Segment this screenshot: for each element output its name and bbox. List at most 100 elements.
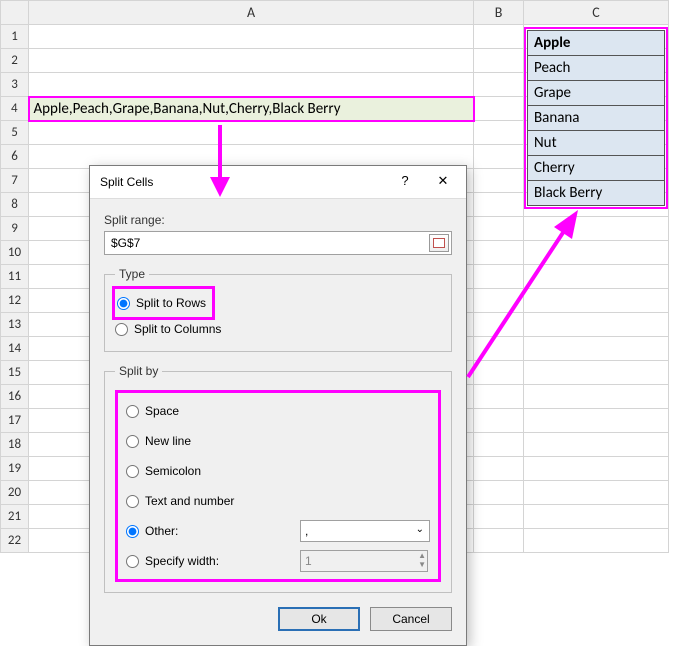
split-to-columns-label[interactable]: Split to Columns — [134, 322, 221, 336]
cell[interactable] — [29, 73, 474, 97]
row-header[interactable]: 16 — [1, 385, 29, 409]
cell[interactable] — [524, 457, 669, 481]
col-header-a[interactable]: A — [29, 1, 474, 25]
output-cell[interactable]: Banana — [527, 105, 665, 130]
cell[interactable] — [524, 409, 669, 433]
range-picker-icon[interactable] — [429, 234, 449, 252]
splitby-width-label[interactable]: Specify width: — [145, 554, 219, 568]
cell[interactable] — [474, 25, 524, 49]
row-header[interactable]: 21 — [1, 505, 29, 529]
row-header[interactable]: 20 — [1, 481, 29, 505]
row-header[interactable]: 3 — [1, 73, 29, 97]
ok-button[interactable]: Ok — [278, 607, 360, 631]
row-header[interactable]: 4 — [1, 97, 29, 121]
cell[interactable] — [524, 361, 669, 385]
row-header[interactable]: 1 — [1, 25, 29, 49]
output-cell[interactable]: Nut — [527, 130, 665, 155]
splitby-newline-label[interactable]: New line — [145, 434, 191, 448]
splitby-other-input[interactable] — [300, 520, 430, 542]
cell[interactable] — [474, 97, 524, 121]
cell[interactable] — [474, 361, 524, 385]
cell[interactable] — [474, 505, 524, 529]
cell[interactable] — [524, 241, 669, 265]
row-header[interactable]: 17 — [1, 409, 29, 433]
output-cell[interactable]: Grape — [527, 80, 665, 105]
cell[interactable] — [474, 145, 524, 169]
splitby-space-radio[interactable] — [126, 405, 139, 418]
splitby-legend: Split by — [115, 364, 162, 378]
cell[interactable] — [524, 217, 669, 241]
cell[interactable] — [474, 241, 524, 265]
cell[interactable] — [474, 193, 524, 217]
row-header[interactable]: 5 — [1, 121, 29, 145]
row-header[interactable]: 6 — [1, 145, 29, 169]
cell[interactable] — [474, 121, 524, 145]
row-header[interactable]: 9 — [1, 217, 29, 241]
row-header[interactable]: 2 — [1, 49, 29, 73]
cell[interactable] — [474, 265, 524, 289]
output-cell[interactable]: Cherry — [527, 155, 665, 180]
row-header[interactable]: 10 — [1, 241, 29, 265]
cell[interactable] — [524, 265, 669, 289]
row-header[interactable]: 12 — [1, 289, 29, 313]
splitby-textnum-label[interactable]: Text and number — [145, 494, 234, 508]
splitby-other-label[interactable]: Other: — [145, 524, 178, 538]
split-to-rows-label[interactable]: Split to Rows — [136, 296, 206, 310]
cell[interactable] — [474, 529, 524, 553]
help-button[interactable]: ? — [386, 172, 424, 192]
cell[interactable] — [524, 337, 669, 361]
output-cell[interactable]: Black Berry — [527, 180, 665, 206]
col-header-c[interactable]: C — [524, 1, 669, 25]
cell[interactable] — [474, 385, 524, 409]
cell[interactable] — [524, 313, 669, 337]
splitby-semicolon-label[interactable]: Semicolon — [145, 464, 201, 478]
row-header[interactable]: 8 — [1, 193, 29, 217]
cell[interactable] — [474, 289, 524, 313]
col-header-b[interactable]: B — [474, 1, 524, 25]
cell[interactable] — [524, 481, 669, 505]
row-header[interactable]: 7 — [1, 169, 29, 193]
splitby-textnum-radio[interactable] — [126, 495, 139, 508]
cell[interactable] — [524, 505, 669, 529]
cell[interactable] — [29, 49, 474, 73]
cell[interactable] — [29, 121, 474, 145]
split-to-rows-radio[interactable] — [117, 297, 130, 310]
row-header[interactable]: 18 — [1, 433, 29, 457]
output-cell[interactable]: Apple — [527, 30, 665, 55]
cell[interactable] — [474, 49, 524, 73]
split-to-columns-radio[interactable] — [115, 323, 128, 336]
row-header[interactable]: 13 — [1, 313, 29, 337]
cell[interactable] — [524, 385, 669, 409]
type-fieldset: Type Split to Rows Split to Columns — [104, 267, 452, 352]
splitby-width-radio[interactable] — [126, 555, 139, 568]
close-button[interactable]: ✕ — [424, 172, 462, 192]
row-header[interactable]: 14 — [1, 337, 29, 361]
cell-a4[interactable]: Apple,Peach,Grape,Banana,Nut,Cherry,Blac… — [29, 97, 474, 121]
row-header[interactable]: 22 — [1, 529, 29, 553]
cell[interactable] — [474, 313, 524, 337]
splitby-other-radio[interactable] — [126, 525, 139, 538]
row-header[interactable]: 19 — [1, 457, 29, 481]
cell[interactable] — [474, 337, 524, 361]
row-header[interactable]: 15 — [1, 361, 29, 385]
row-header[interactable]: 11 — [1, 265, 29, 289]
cell[interactable] — [474, 409, 524, 433]
cell[interactable] — [524, 433, 669, 457]
cell[interactable] — [474, 457, 524, 481]
cell[interactable] — [474, 217, 524, 241]
cell[interactable] — [524, 529, 669, 553]
output-cell[interactable]: Peach — [527, 55, 665, 80]
dialog-titlebar[interactable]: Split Cells ? ✕ — [90, 166, 466, 199]
cell[interactable] — [29, 25, 474, 49]
cancel-button[interactable]: Cancel — [370, 607, 452, 631]
splitby-semicolon-radio[interactable] — [126, 465, 139, 478]
splitby-newline-radio[interactable] — [126, 435, 139, 448]
corner-cell[interactable] — [1, 1, 29, 25]
splitby-space-label[interactable]: Space — [145, 404, 179, 418]
cell[interactable] — [474, 169, 524, 193]
split-range-input[interactable] — [111, 236, 429, 250]
cell[interactable] — [474, 481, 524, 505]
cell[interactable] — [474, 73, 524, 97]
cell[interactable] — [474, 433, 524, 457]
cell[interactable] — [524, 289, 669, 313]
